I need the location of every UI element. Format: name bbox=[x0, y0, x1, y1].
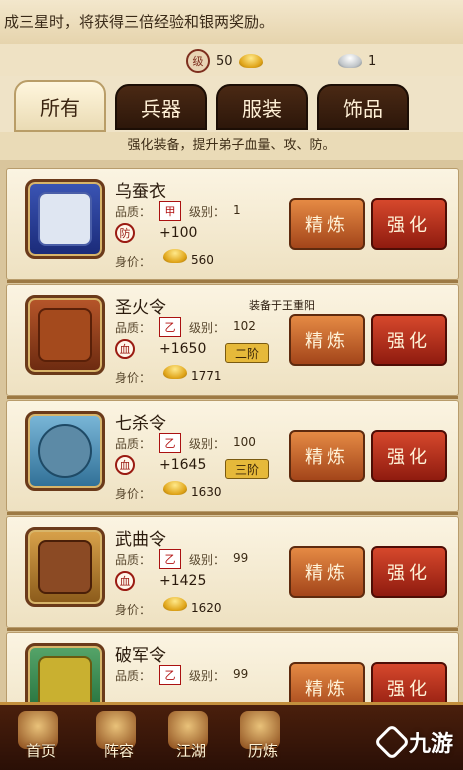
price-value: 1771 bbox=[191, 369, 222, 383]
seal-resource: 级 50 bbox=[186, 49, 263, 73]
refine-button[interactable]: 精炼 bbox=[289, 314, 365, 366]
level-label: 级别： bbox=[189, 669, 226, 683]
tab-accessories[interactable]: 饰品 bbox=[317, 84, 409, 130]
nav-jianghu[interactable]: 江湖 bbox=[152, 711, 230, 767]
tab-weapons[interactable]: 兵器 bbox=[115, 84, 207, 130]
equipment-card: 破军令 品质： 乙 级别： 99 精炼 强化 bbox=[6, 632, 459, 702]
quality-badge: 乙 bbox=[159, 317, 181, 337]
attribute-icon: 血 bbox=[115, 571, 135, 591]
attribute-icon: 血 bbox=[115, 455, 135, 475]
price-label: 身价： bbox=[115, 603, 152, 617]
refine-button[interactable]: 精炼 bbox=[289, 198, 365, 250]
silver-resource: 1 bbox=[338, 50, 376, 72]
price-label: 身价： bbox=[115, 371, 152, 385]
category-tabs: 所有 兵器 服装 饰品 bbox=[0, 76, 463, 134]
strengthen-button[interactable]: 强化 bbox=[371, 662, 447, 702]
tab-all[interactable]: 所有 bbox=[14, 80, 106, 132]
level-label: 级别： bbox=[189, 321, 226, 335]
price-label: 身价： bbox=[115, 255, 152, 269]
nav-home[interactable]: 首页 bbox=[2, 711, 80, 767]
attribute-bonus: +1650 bbox=[159, 341, 207, 357]
attribute-bonus: +1645 bbox=[159, 457, 207, 473]
level-value: 99 bbox=[233, 551, 249, 565]
item-name: 武曲令 bbox=[115, 530, 166, 550]
level-value: 100 bbox=[233, 435, 256, 449]
level-value: 102 bbox=[233, 319, 256, 333]
quality-label: 品质： bbox=[115, 669, 152, 683]
strengthen-button[interactable]: 强化 bbox=[371, 430, 447, 482]
price-value: 1630 bbox=[191, 485, 222, 499]
item-thumbnail-robe-icon[interactable] bbox=[25, 179, 105, 259]
level-label: 级别： bbox=[189, 205, 226, 219]
watermark-logo-icon bbox=[373, 723, 411, 761]
equipment-card: 武曲令 品质： 乙 级别： 99 血 +1425 身价： 1620 精炼 强化 bbox=[6, 516, 459, 631]
tab-clothing[interactable]: 服装 bbox=[216, 84, 308, 130]
equipped-on-text: 装备于王重阳 bbox=[249, 299, 315, 312]
seal-icon: 级 bbox=[186, 49, 210, 73]
strengthen-button[interactable]: 强化 bbox=[371, 546, 447, 598]
item-thumbnail-token-icon[interactable] bbox=[25, 411, 105, 491]
level-value: 99 bbox=[233, 667, 249, 681]
level-label: 级别： bbox=[189, 437, 226, 451]
resource-bar: 级 50 1 bbox=[0, 44, 463, 77]
watermark: 九游 bbox=[373, 723, 453, 761]
gold-ingot-icon bbox=[238, 54, 263, 68]
rank-badge: 三阶 bbox=[225, 459, 269, 479]
price-value: 560 bbox=[191, 253, 214, 267]
strengthen-button[interactable]: 强化 bbox=[371, 198, 447, 250]
watermark-text: 九游 bbox=[408, 732, 453, 757]
strengthen-button[interactable]: 强化 bbox=[371, 314, 447, 366]
rank-badge: 二阶 bbox=[225, 343, 269, 363]
attribute-icon: 防 bbox=[115, 223, 135, 243]
equipment-card: 乌蚕衣 品质： 甲 级别： 1 防 +100 身价： 560 精炼 强化 bbox=[6, 168, 459, 283]
quality-badge: 乙 bbox=[159, 549, 181, 569]
item-thumbnail-token-icon[interactable] bbox=[25, 295, 105, 375]
refine-button[interactable]: 精炼 bbox=[289, 662, 365, 702]
item-thumbnail-token-icon[interactable] bbox=[25, 527, 105, 607]
quality-label: 品质： bbox=[115, 321, 152, 335]
top-banner: 成三星时，将获得三倍经验和银两奖励。 bbox=[0, 0, 463, 47]
quality-label: 品质： bbox=[115, 205, 152, 219]
silver-count: 1 bbox=[368, 53, 377, 69]
refine-button[interactable]: 精炼 bbox=[289, 546, 365, 598]
gold-ingot-icon bbox=[163, 249, 187, 263]
level-label: 级别： bbox=[189, 553, 226, 567]
banner-text: 成三星时，将获得三倍经验和银两奖励。 bbox=[4, 13, 275, 31]
gold-ingot-icon bbox=[163, 365, 187, 379]
nav-training[interactable]: 历炼 bbox=[224, 711, 302, 767]
silver-ingot-icon bbox=[338, 54, 362, 68]
refine-button[interactable]: 精炼 bbox=[289, 430, 365, 482]
nav-label: 首页 bbox=[25, 742, 56, 760]
quality-label: 品质： bbox=[115, 553, 152, 567]
equipment-card: 七杀令 品质： 乙 级别： 100 血 +1645 三阶 身价： 1630 精炼… bbox=[6, 400, 459, 515]
item-name: 七杀令 bbox=[115, 414, 166, 434]
level-value: 1 bbox=[233, 203, 241, 217]
attribute-bonus: +100 bbox=[159, 225, 198, 241]
gold-ingot-icon bbox=[163, 481, 187, 495]
item-thumbnail-token-icon[interactable] bbox=[25, 643, 105, 702]
gold-ingot-icon bbox=[163, 597, 187, 611]
quality-badge: 乙 bbox=[159, 433, 181, 453]
item-name: 破军令 bbox=[115, 646, 166, 666]
attribute-icon: 血 bbox=[115, 339, 135, 359]
nav-label: 历炼 bbox=[247, 742, 278, 760]
seal-count: 50 bbox=[216, 53, 233, 69]
quality-badge: 乙 bbox=[159, 665, 181, 685]
nav-lineup[interactable]: 阵容 bbox=[80, 711, 158, 767]
nav-label: 阵容 bbox=[103, 742, 134, 760]
price-value: 1620 bbox=[191, 601, 222, 615]
item-name: 圣火令 bbox=[115, 298, 166, 318]
attribute-bonus: +1425 bbox=[159, 573, 207, 589]
nav-label: 江湖 bbox=[175, 742, 206, 760]
hint-text: 强化装备，提升弟子血量、攻、防。 bbox=[0, 132, 463, 160]
equipment-list[interactable]: 强化装备，提升弟子血量、攻、防。 乌蚕衣 品质： 甲 级别： 1 防 +100 … bbox=[0, 132, 463, 702]
price-label: 身价： bbox=[115, 487, 152, 501]
item-name: 乌蚕衣 bbox=[115, 182, 166, 202]
quality-label: 品质： bbox=[115, 437, 152, 451]
quality-badge: 甲 bbox=[159, 201, 181, 221]
equipment-card: 圣火令 装备于王重阳 品质： 乙 级别： 102 血 +1650 二阶 身价： … bbox=[6, 284, 459, 399]
